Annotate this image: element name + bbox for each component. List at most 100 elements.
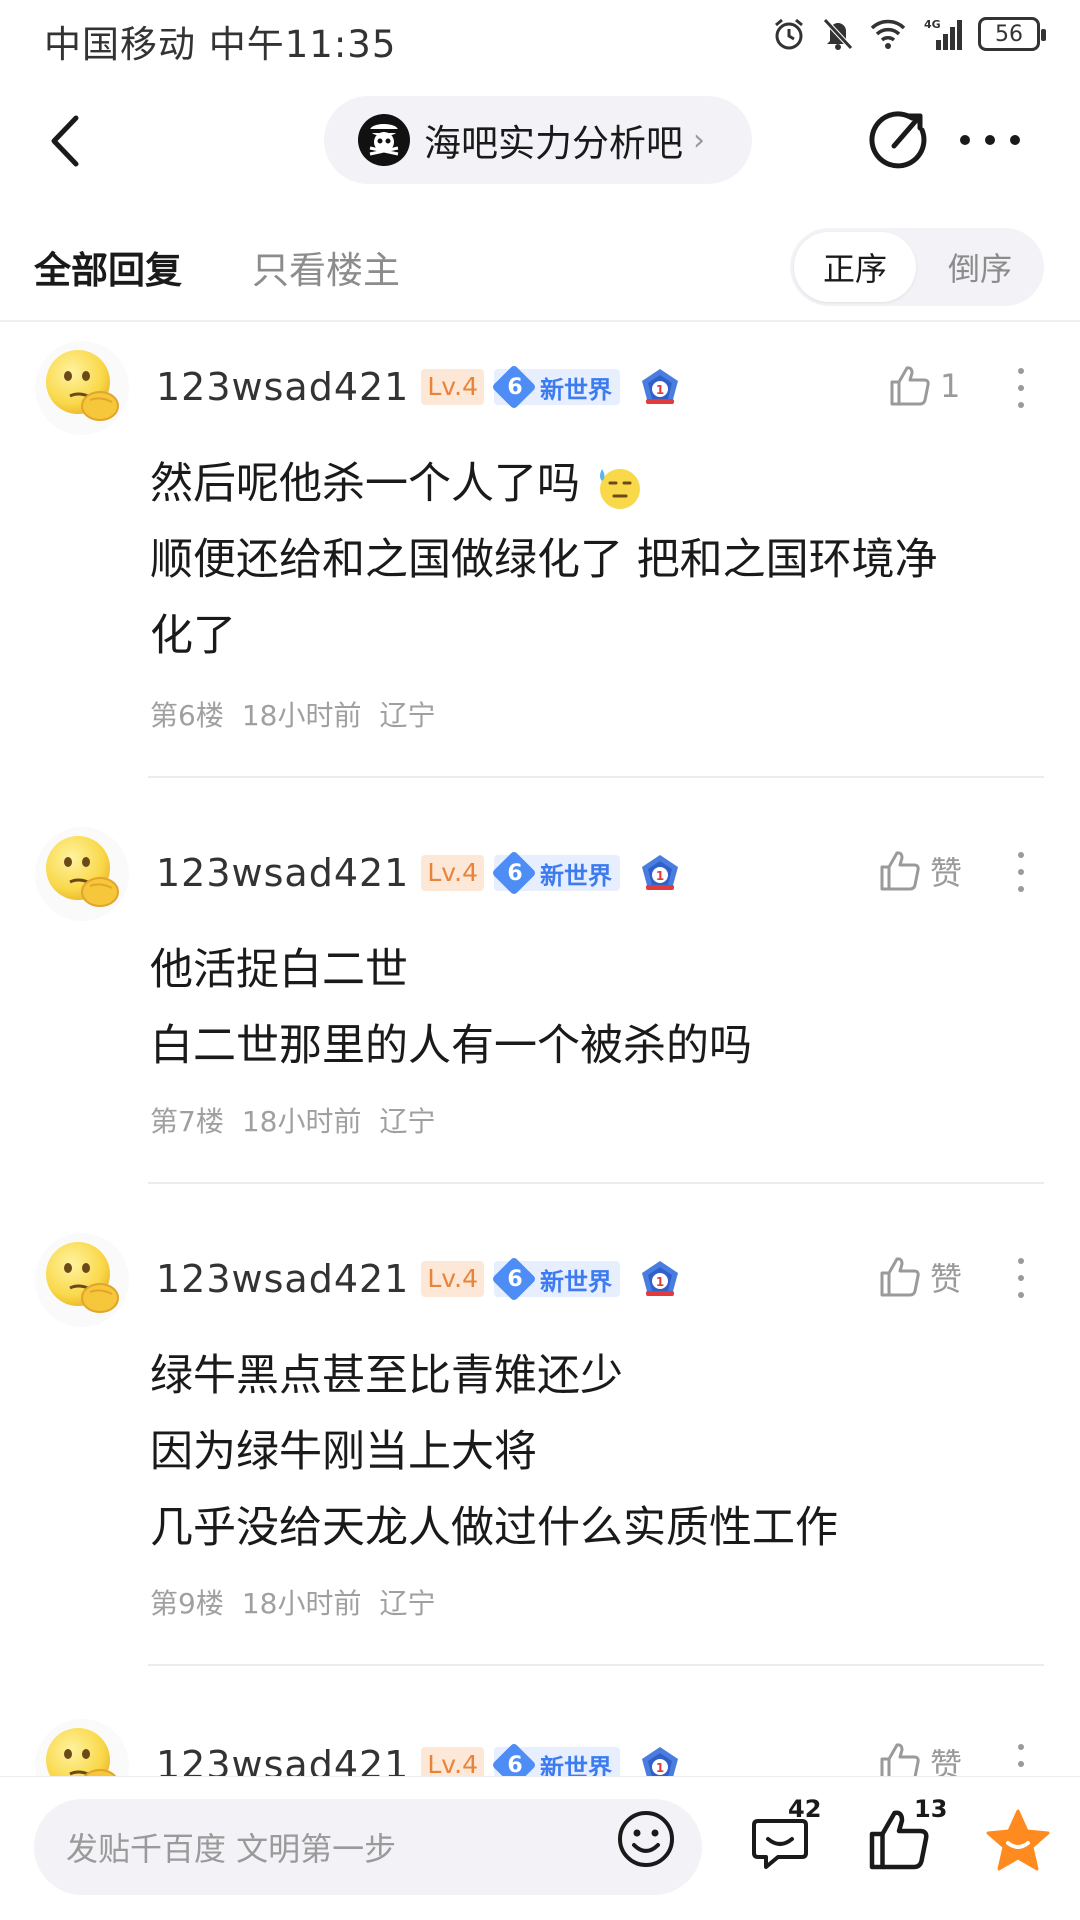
forum-name: 海吧实力分析吧 xyxy=(424,122,683,165)
post-location: 辽宁 xyxy=(379,699,436,732)
wifi-icon xyxy=(870,19,906,49)
top-nav: 海吧实力分析吧 › xyxy=(0,86,1080,196)
world-badge: 6 新世界 xyxy=(494,369,620,405)
alarm-icon xyxy=(775,18,803,50)
username[interactable]: 123wsad421 xyxy=(156,851,409,895)
chevron-right-icon: › xyxy=(693,122,705,158)
share-button[interactable] xyxy=(866,108,930,172)
content-line: 因为绿牛刚当上大将 xyxy=(150,1427,537,1477)
world-level: 6 xyxy=(494,1261,536,1297)
post-time: 18小时前 xyxy=(241,699,362,732)
sort-ascending-button[interactable]: 正序 xyxy=(794,232,916,302)
emoji-button[interactable] xyxy=(614,1807,678,1871)
comment-input[interactable]: 发贴千百度 文明第一步 xyxy=(34,1799,702,1895)
post-content: 他活捉白二世 白二世那里的人有一个被杀的吗 xyxy=(150,932,1030,1084)
level-badge: Lv.4 xyxy=(421,855,484,891)
dot xyxy=(960,135,970,145)
cell-signal-icon: 4G xyxy=(924,18,962,50)
back-arrow-icon xyxy=(51,115,79,167)
tab-owner-only[interactable]: 只看楼主 xyxy=(252,240,400,294)
avatar[interactable] xyxy=(34,826,130,922)
user-info: 123wsad421 Lv.4 6 新世界 1 xyxy=(156,1254,680,1304)
svg-text:1: 1 xyxy=(656,1275,664,1289)
sort-order-toggle: 正序 倒序 xyxy=(790,228,1044,306)
content-line: 几乎没给天龙人做过什么实质性工作 xyxy=(150,1503,838,1553)
battery-level: 56 xyxy=(995,21,1023,47)
level-badge: Lv.4 xyxy=(421,369,484,405)
content-line: 然后呢他杀一个人了吗 xyxy=(150,446,1030,522)
honor-badge-icon: 1 xyxy=(642,855,678,890)
network-type: 4G xyxy=(924,18,941,31)
world-badge: 6 新世界 xyxy=(494,1261,620,1297)
svg-text:1: 1 xyxy=(656,869,664,883)
sort-descending-button[interactable]: 倒序 xyxy=(920,232,1040,302)
share-icon xyxy=(869,111,927,169)
like-button[interactable]: 赞 xyxy=(878,1254,962,1300)
post-more-button[interactable] xyxy=(1016,852,1026,892)
thread-like-count: 13 xyxy=(914,1795,948,1823)
post-meta: 第6楼 18小时前 辽宁 xyxy=(150,694,435,734)
thinking-face-avatar-icon xyxy=(35,1233,129,1327)
post-location: 辽宁 xyxy=(379,1587,436,1620)
world-name: 新世界 xyxy=(540,375,612,404)
content-line: 化了 xyxy=(150,611,236,661)
dot xyxy=(1010,135,1020,145)
post-content: 然后呢他杀一个人了吗 顺便还给和之国做绿化了 把和之国环境净 化了 xyxy=(150,446,1030,674)
level-badge: Lv.4 xyxy=(421,1261,484,1297)
battery-indicator: 56 xyxy=(978,17,1046,51)
thumbs-up-icon xyxy=(880,1257,920,1297)
avatar[interactable] xyxy=(34,340,130,436)
world-level: 6 xyxy=(494,369,536,405)
thumbs-up-icon xyxy=(880,851,920,891)
post-more-button[interactable] xyxy=(1016,368,1026,408)
world-level: 6 xyxy=(494,855,536,891)
carrier-time: 中国移动 中午11:35 xyxy=(44,23,397,66)
like-count: 1 xyxy=(940,367,961,405)
user-info: 123wsad421 Lv.4 6 新世界 1 xyxy=(156,362,680,412)
avatar[interactable] xyxy=(34,1232,130,1328)
post-time: 18小时前 xyxy=(241,1105,362,1138)
bottom-action-bar: 发贴千百度 文明第一步 42 13 xyxy=(0,1776,1080,1920)
divider xyxy=(148,1182,1044,1184)
sweat-thinking-emoji-icon xyxy=(600,468,640,509)
thumbs-up-icon xyxy=(890,366,930,406)
post-meta: 第7楼 18小时前 辽宁 xyxy=(150,1100,435,1140)
user-info: 123wsad421 Lv.4 6 新世界 1 xyxy=(156,848,680,898)
more-options-button[interactable] xyxy=(960,120,1020,160)
thinking-face-avatar-icon xyxy=(35,827,129,921)
floor-number: 第7楼 xyxy=(150,1105,224,1138)
reply-count: 42 xyxy=(788,1795,822,1823)
like-label: 赞 xyxy=(930,1260,963,1298)
post-content: 绿牛黑点甚至比青雉还少 因为绿牛刚当上大将 几乎没给天龙人做过什么实质性工作 xyxy=(150,1338,1030,1566)
forum-avatar xyxy=(358,114,410,166)
back-button[interactable] xyxy=(40,110,90,172)
svg-text:1: 1 xyxy=(656,383,664,397)
like-label: 赞 xyxy=(930,854,963,892)
like-button[interactable]: 赞 xyxy=(878,848,962,894)
skull-icon xyxy=(369,124,399,156)
comment-placeholder: 发贴千百度 文明第一步 xyxy=(66,1830,397,1868)
username[interactable]: 123wsad421 xyxy=(156,1257,409,1301)
dot xyxy=(985,135,995,145)
floor-number: 第6楼 xyxy=(150,699,224,732)
honor-badge-icon: 1 xyxy=(642,369,678,404)
divider xyxy=(0,320,1080,322)
content-line: 白二世那里的人有一个被杀的吗 xyxy=(150,1021,752,1071)
world-name: 新世界 xyxy=(540,1267,612,1296)
tab-all-replies[interactable]: 全部回复 xyxy=(34,240,182,294)
username[interactable]: 123wsad421 xyxy=(156,365,409,409)
forum-link[interactable]: 海吧实力分析吧 › xyxy=(324,96,752,184)
favorite-button[interactable] xyxy=(984,1807,1052,1873)
world-name: 新世界 xyxy=(540,861,612,890)
post-meta: 第9楼 18小时前 辽宁 xyxy=(150,1582,435,1622)
divider xyxy=(148,1664,1044,1666)
like-button[interactable]: 1 xyxy=(888,364,960,408)
svg-text:1: 1 xyxy=(656,1761,664,1775)
divider xyxy=(148,776,1044,778)
mute-bell-icon xyxy=(823,18,853,50)
post-time: 18小时前 xyxy=(241,1587,362,1620)
content-line: 他活捉白二世 xyxy=(150,945,408,995)
post-more-button[interactable] xyxy=(1016,1258,1026,1298)
status-icons: 4G 56 xyxy=(772,16,1046,52)
content-line: 顺便还给和之国做绿化了 把和之国环境净 xyxy=(150,535,938,585)
